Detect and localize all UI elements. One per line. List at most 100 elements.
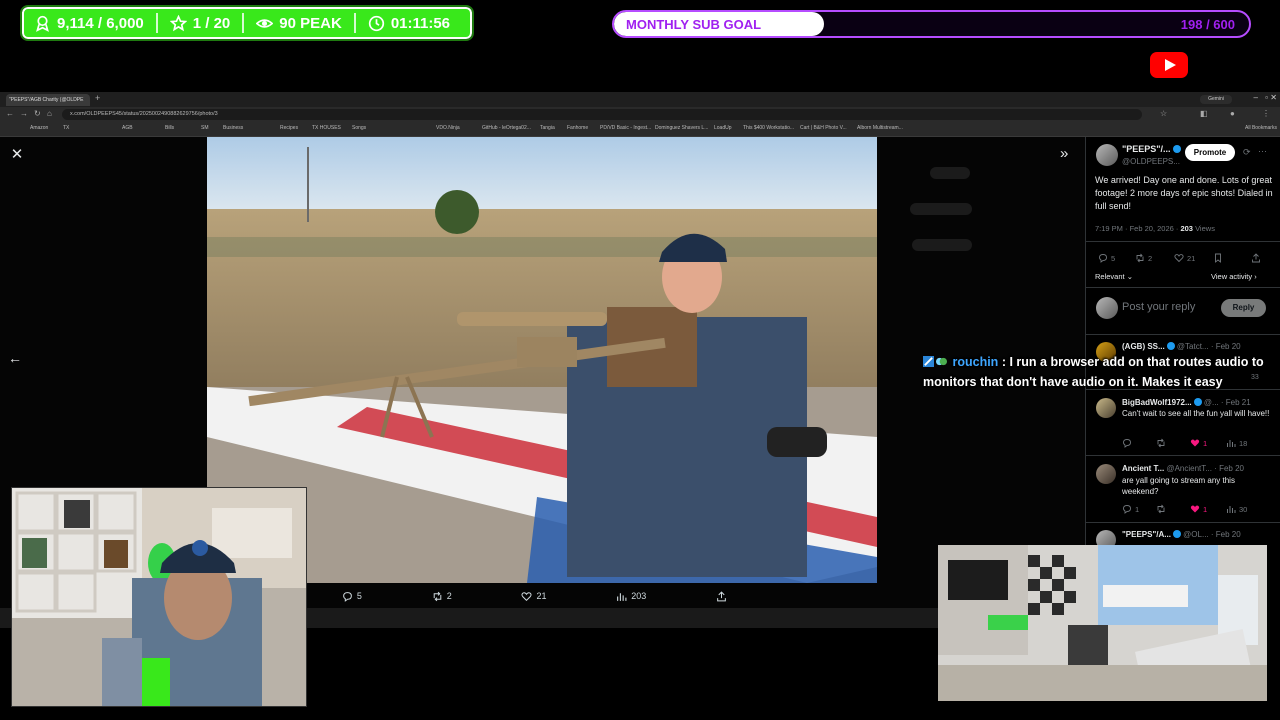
reply-reply-icon[interactable] [1122, 438, 1132, 448]
verified-icon [1172, 530, 1181, 538]
uptime-value: 01:11:56 [390, 14, 451, 32]
uptime-stat: 01:11:56 [368, 15, 450, 32]
close-viewer-icon[interactable]: ✕ [8, 145, 26, 163]
reply-avatar[interactable] [1096, 398, 1116, 418]
reply-views[interactable]: 30 [1226, 504, 1247, 514]
room-camera-feed [938, 545, 1267, 701]
followers-count: 9,114 / 6,000 [57, 14, 144, 32]
repost-metric[interactable]: 2 [1135, 253, 1152, 263]
reply-metric[interactable]: 5 [1098, 253, 1115, 263]
gemini-label: Gemini [1208, 96, 1224, 102]
bookmarks-bar: Amazon TX AGB Bills Business Recipes TX … [0, 122, 1280, 137]
menu-icon[interactable]: ⋮ [1262, 109, 1270, 118]
reply-author[interactable]: "PEEPS"/A... @OL... · Feb 20 [1122, 528, 1241, 541]
bookmark-item[interactable]: This $400 Workstatio... [743, 125, 794, 131]
bookmark-item[interactable]: TX HOUSES [312, 125, 341, 131]
forward-icon[interactable]: → [20, 109, 28, 118]
chat-separator: : [1001, 355, 1006, 369]
clock-icon [368, 15, 384, 31]
reply-repost-icon[interactable] [1156, 438, 1166, 448]
reply-icon [343, 591, 352, 602]
home-icon[interactable]: ⌂ [47, 109, 52, 118]
promote-button[interactable]: Promote [1185, 144, 1235, 161]
reply-action[interactable]: 5 [342, 591, 362, 602]
address-bar[interactable]: x.com/OLDPEEPS45/status/2025002490882629… [62, 109, 1142, 120]
reply-repost-icon[interactable] [1156, 504, 1166, 514]
all-bookmarks[interactable]: All Bookmarks [1245, 125, 1277, 131]
bookmark-item[interactable]: Alborn Multistream... [857, 125, 903, 131]
maximize-icon[interactable]: ▫ [1265, 93, 1268, 102]
previous-photo-icon[interactable]: ← [8, 350, 22, 366]
reply-count: 5 [356, 591, 362, 601]
browser-tab-strip: "PEEPS"/AGB Charity (@OLDPE + Gemini – ▫… [0, 92, 1280, 107]
share-action[interactable] [716, 590, 727, 602]
bookmark-item[interactable]: Cart | B&H Photo V... [800, 125, 847, 131]
viewers-count: 90 PEAK [279, 14, 342, 32]
reply-views[interactable]: 18 [1226, 438, 1247, 448]
like-count: 21 [536, 591, 547, 601]
reload-icon[interactable]: ↻ [34, 109, 41, 118]
bookmark-item[interactable]: LoadUp [714, 125, 732, 131]
reply-like[interactable]: 1 [1190, 504, 1207, 514]
bookmark-item[interactable]: GitHub - leOrtega02... [482, 125, 531, 131]
reply-button[interactable]: Reply [1221, 299, 1266, 317]
reply-input[interactable]: Post your reply [1122, 301, 1195, 314]
verified-icon [1166, 342, 1175, 350]
bookmark-item[interactable]: Bills [165, 125, 174, 131]
repost-action[interactable]: 2 [432, 591, 452, 602]
reply-replies[interactable]: 1 [1122, 504, 1139, 514]
bookmark-item[interactable]: Recipes [280, 125, 298, 131]
analytics-icon [1227, 506, 1236, 513]
heart-icon [521, 591, 533, 601]
bookmark-item[interactable]: TX [63, 125, 69, 131]
more-options-icon[interactable]: ··· [1258, 145, 1267, 158]
divider [1086, 287, 1280, 288]
like-metric[interactable]: 21 [1174, 253, 1195, 263]
minimize-icon[interactable]: – [1254, 93, 1258, 102]
background-placeholder [930, 167, 970, 179]
bookmark-icon[interactable] [1213, 253, 1223, 263]
bookmark-item[interactable]: Tangia [540, 125, 555, 131]
verified-icon [1193, 398, 1202, 406]
reply-icon [1099, 254, 1107, 263]
bookmark-item[interactable]: Fanhome [567, 125, 588, 131]
streamer-webcam [11, 487, 307, 707]
bookmark-item[interactable]: SM [201, 125, 209, 131]
like-action[interactable]: 21 [521, 591, 547, 602]
bookmark-item[interactable]: Business [223, 125, 243, 131]
gemini-button[interactable]: Gemini [1200, 95, 1232, 104]
stat-divider [155, 13, 158, 33]
bookmark-item[interactable]: Songs [352, 125, 366, 131]
new-tab-icon[interactable]: + [95, 93, 100, 103]
share-icon[interactable] [1251, 253, 1261, 263]
youtube-icon [1150, 52, 1188, 78]
close-window-icon[interactable]: ✕ [1270, 93, 1277, 102]
bookmark-item[interactable]: Amazon [30, 125, 48, 131]
sort-relevant-dropdown[interactable]: Relevant ⌄ [1095, 270, 1133, 283]
subs-count: 1 / 20 [192, 14, 231, 32]
author-handle[interactable]: @OLDPEEPS... [1122, 155, 1180, 168]
bookmark-item[interactable]: VDO.Ninja [436, 125, 460, 131]
browser-address-row: ← → ↻ ⌂ x.com/OLDPEEPS45/status/20250024… [0, 107, 1280, 122]
views-action[interactable]: 203 [616, 591, 646, 602]
bookmark-star-icon[interactable]: ☆ [1160, 109, 1167, 118]
reply-avatar[interactable] [1096, 464, 1116, 484]
profile-icon[interactable]: ● [1230, 109, 1235, 118]
back-icon[interactable]: ← [6, 109, 14, 118]
reply-author[interactable]: Ancient T... @AncientT... · Feb 20 [1122, 462, 1244, 475]
url-text: x.com/OLDPEEPS45/status/2025002490882629… [70, 111, 218, 117]
grok-icon[interactable]: ⟳ [1243, 146, 1251, 159]
heart-icon [1174, 254, 1184, 263]
expand-panel-icon[interactable]: » [1060, 145, 1076, 162]
view-activity-link[interactable]: View activity › [1211, 270, 1257, 283]
badge-icon [923, 356, 934, 367]
extensions-icon[interactable]: ◧ [1200, 109, 1208, 118]
bookmark-item[interactable]: Dominguez Shavers L... [655, 125, 708, 131]
browser-tab[interactable]: "PEEPS"/AGB Charity (@OLDPE [6, 94, 90, 106]
divider [1086, 334, 1280, 335]
reply-text: Can't wait to see all the fun yall will … [1122, 409, 1270, 418]
author-avatar[interactable] [1096, 144, 1118, 166]
bookmark-item[interactable]: PD/VD Basic - Ingest... [600, 125, 651, 131]
bookmark-item[interactable]: AGB [122, 125, 133, 131]
reply-like[interactable]: 1 [1190, 438, 1207, 448]
